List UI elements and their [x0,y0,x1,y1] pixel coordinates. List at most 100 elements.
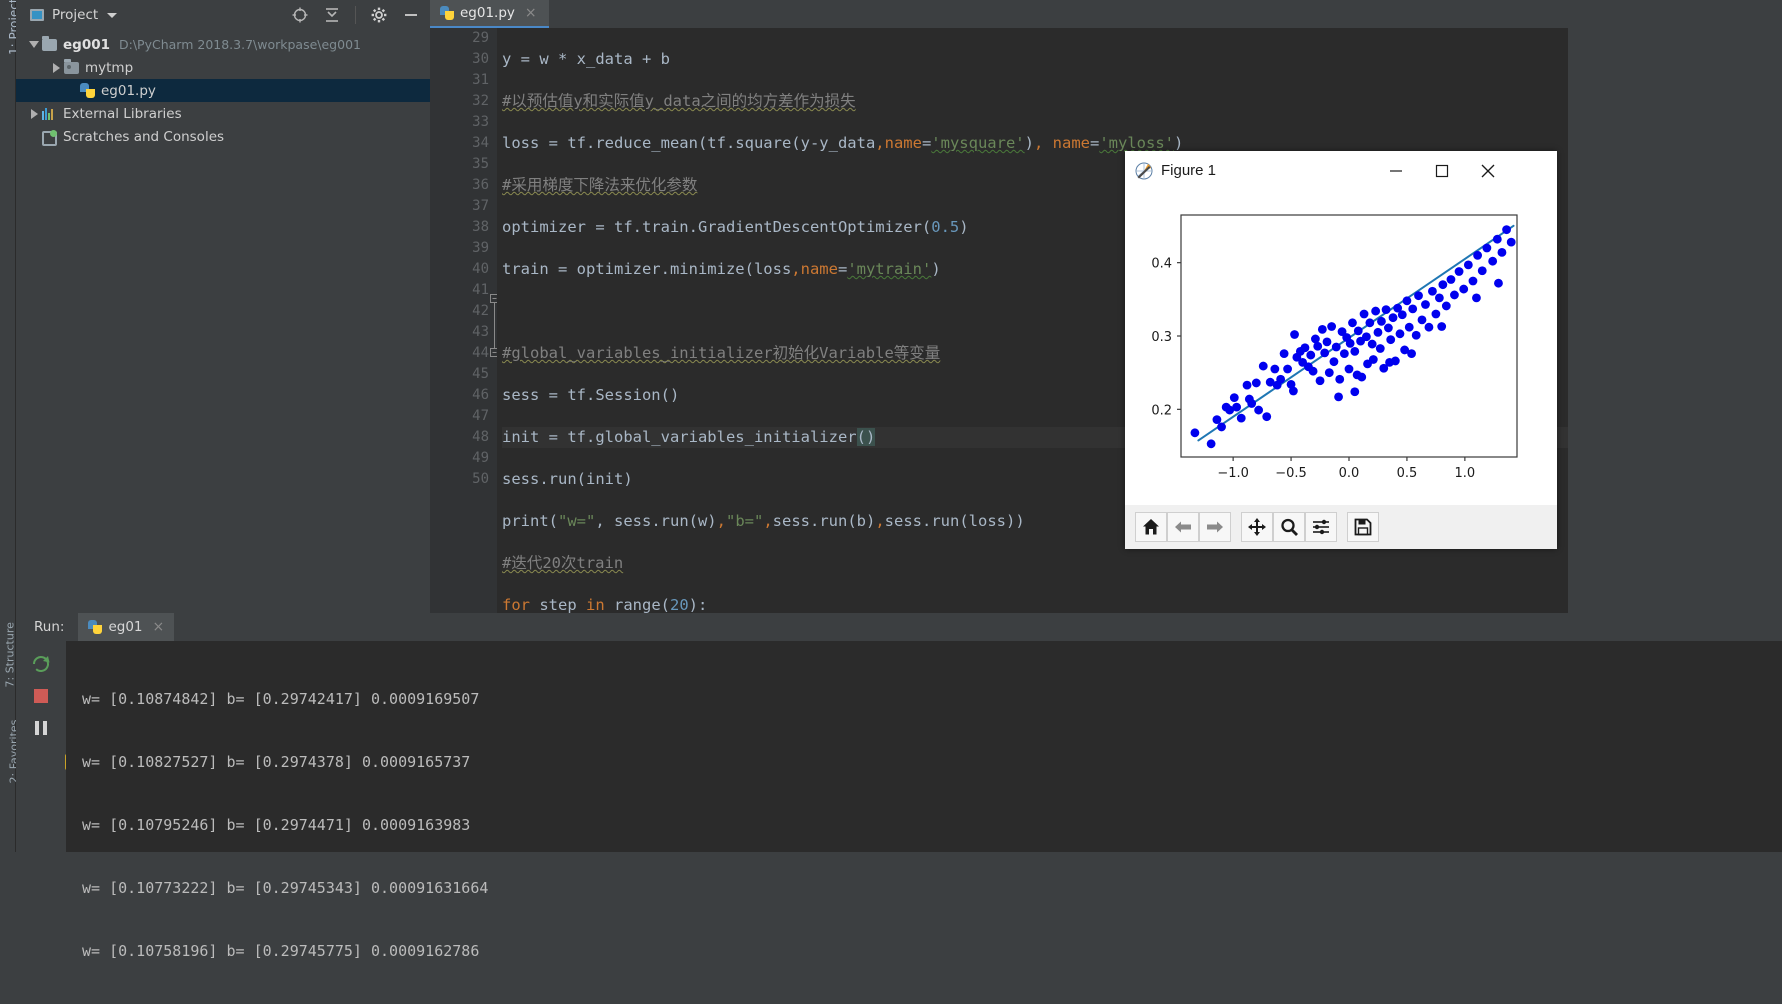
line-number: 29 [472,30,489,46]
fold-markers[interactable] [490,28,499,613]
collapse-all-icon[interactable] [323,6,341,24]
folder-dark-icon [64,58,79,74]
project-icon [30,9,44,21]
line-number: 46 [472,387,489,403]
libraries-icon [42,107,57,120]
chevron-down-icon[interactable] [107,12,118,18]
console-line: w= [0.10874842] b= [0.29742417] 0.000916… [82,690,480,708]
x-tick-label: 0.0 [1339,466,1360,481]
line-number: 32 [472,93,489,109]
line-number: 31 [472,72,489,88]
figure-canvas[interactable]: −1.0 −0.5 0.0 0.5 1.0 0.2 0.3 0.4 [1125,191,1557,505]
line-number: 30 [472,51,489,67]
line-number: 49 [472,450,489,466]
line-number: 43 [472,324,489,340]
tree-item-label: Scratches and Consoles [63,128,225,145]
line-number: 38 [472,219,489,235]
tree-item-label: mytmp [85,59,134,76]
console-line: w= [0.10795246] b= [0.2974471] 0.0009163… [82,816,471,834]
line-number: 39 [472,240,489,256]
gear-icon[interactable] [370,6,388,24]
figure-toolbar [1125,505,1557,549]
console-output[interactable]: w= [0.10874842] b= [0.29742417] 0.000916… [66,641,1782,960]
minimize-button[interactable] [1373,151,1419,191]
python-file-icon [440,6,454,20]
figure-titlebar[interactable]: Figure 1 [1125,151,1557,191]
matplotlib-icon [1135,162,1153,180]
line-number: 42 [472,303,489,319]
console-line: w= [0.10758196] b= [0.29745775] 0.000916… [82,942,480,960]
locate-icon[interactable] [291,6,309,24]
expand-triangle-icon[interactable] [26,41,42,48]
run-panel: Run: eg01 × w= [0.10874842] b= [0.297424… [16,613,1782,960]
editor-gutter[interactable]: 29 30 31 32 33 34 35 36 37 38 39 40 41 4… [430,28,497,613]
project-panel-title: Project [52,7,99,23]
stop-icon[interactable] [30,685,54,709]
run-tab-eg01[interactable]: eg01 × [78,613,175,641]
line-number: 41 [472,282,489,298]
y-tick-label: 0.2 [1151,403,1172,418]
tab-label: eg01.py [460,5,515,21]
pause-icon[interactable] [30,717,54,741]
close-button[interactable] [1465,151,1511,191]
expand-triangle-icon[interactable] [26,108,42,119]
close-icon[interactable]: × [525,6,537,20]
editor-right-background [1568,0,1782,613]
x-tick-label: 0.5 [1397,466,1418,481]
maximize-button[interactable] [1419,151,1465,191]
zoom-button[interactable] [1273,512,1305,542]
expand-triangle-icon[interactable] [48,62,64,73]
line-number: 48 [472,429,489,445]
folder-icon [42,35,57,51]
y-tick-label: 0.3 [1151,330,1172,345]
tree-row[interactable]: External Libraries [16,102,430,125]
tab-eg01-py[interactable]: eg01.py × [430,0,549,28]
pan-button[interactable] [1241,512,1273,542]
line-number: 35 [472,156,489,172]
home-button[interactable] [1135,512,1167,542]
tree-row[interactable]: eg001 D:\PyCharm 2018.3.7\workpase\eg001 [16,33,430,56]
minimize-icon[interactable] [402,6,420,24]
run-tabbar: Run: eg01 × [16,613,1782,641]
tree-row[interactable]: mytmp [16,56,430,79]
run-tab-label: eg01 [108,619,143,635]
left-tool-rail: 1: Project [0,0,21,613]
toolbar-divider [355,6,356,24]
tree-item-label: eg001 [63,36,110,53]
project-tree: eg001 D:\PyCharm 2018.3.7\workpase\eg001… [16,30,430,613]
left-tool-rail-bottom: 7: Structure 2: Favorites [0,613,21,852]
tree-row-eg01-py[interactable]: eg01.py [16,79,430,102]
tree-item-label: eg01.py [101,82,156,99]
run-panel-label: Run: [34,619,65,635]
project-title-group[interactable]: Project [30,7,118,23]
line-number: 37 [472,198,489,214]
close-icon[interactable]: × [153,620,165,634]
configure-subplots-button[interactable] [1305,512,1337,542]
line-number: 36 [472,177,489,193]
back-button[interactable] [1167,512,1199,542]
line-number: 44 [472,345,489,361]
python-file-icon [88,620,103,634]
scatter-plot: −1.0 −0.5 0.0 0.5 1.0 0.2 0.3 0.4 [1125,191,1557,505]
console-line: w= [0.10827527] b= [0.2974378] 0.0009165… [82,753,471,771]
save-button[interactable] [1347,512,1379,542]
x-tick-label: −0.5 [1275,466,1307,481]
project-panel: Project eg001 D:\PyCharm 2018.3.7\workpa… [16,0,430,613]
project-toolbar: Project [16,0,430,30]
tree-row[interactable]: Scratches and Consoles [16,125,430,148]
x-tick-label: 1.0 [1455,466,1476,481]
project-toolbar-icons [291,6,430,24]
scratches-icon [42,130,57,146]
python-file-icon [80,83,95,98]
line-number: 34 [472,135,489,151]
figure-title: Figure 1 [1161,162,1217,179]
line-number: 47 [472,408,489,424]
console-line: w= [0.10773222] b= [0.29745343] 0.000916… [82,879,489,897]
line-number: 45 [472,366,489,382]
rerun-icon[interactable] [30,653,54,677]
forward-button[interactable] [1199,512,1231,542]
structure-tool-tab[interactable]: 7: Structure [4,622,17,687]
run-toolbar [16,641,81,852]
line-number: 33 [472,114,489,130]
matplotlib-figure-window: Figure 1 −1.0 −0.5 0.0 0.5 1.0 0.2 0.3 0.4 [1125,151,1557,549]
